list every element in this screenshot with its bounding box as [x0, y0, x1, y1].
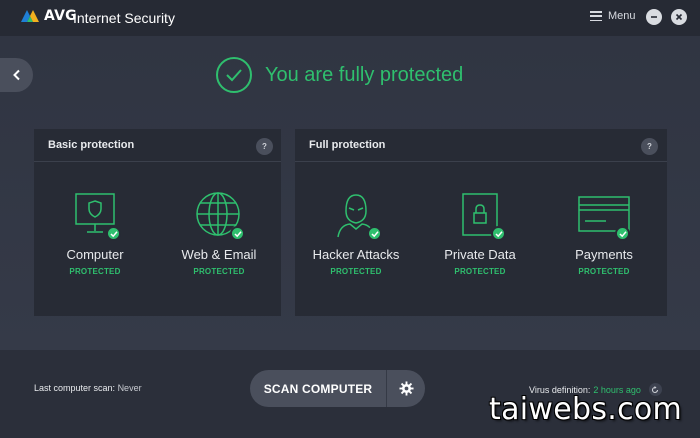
check-badge-icon [367, 226, 382, 241]
logo-text: AVG [44, 8, 77, 24]
basic-protection-panel: Basic protection ? Computer PROTECTED We… [34, 129, 281, 316]
private-data-item[interactable]: Private Data PROTECTED [430, 191, 530, 276]
item-label: Private Data [444, 247, 516, 262]
protection-status: You are fully protected [216, 57, 463, 93]
help-button[interactable]: ? [256, 138, 273, 155]
computer-protection-item[interactable]: Computer PROTECTED [45, 191, 145, 276]
scan-settings-button[interactable] [387, 381, 425, 396]
help-button[interactable]: ? [641, 138, 658, 155]
scan-computer-button[interactable]: SCAN COMPUTER [250, 370, 425, 407]
title-bar: AVG Internet Security Menu [0, 0, 700, 36]
status-message: You are fully protected [265, 63, 464, 86]
menu-label: Menu [608, 10, 636, 22]
chevron-left-icon [12, 69, 20, 81]
minimize-button[interactable] [646, 9, 662, 25]
minimize-icon [651, 16, 657, 18]
watermark-text: taiwebs.com [489, 392, 683, 427]
item-label: Computer [66, 247, 124, 262]
avg-logo: AVG [19, 8, 77, 24]
avg-logo-icon [21, 10, 39, 22]
item-label: Hacker Attacks [312, 247, 400, 262]
item-label: Web & Email [181, 247, 257, 262]
item-status: PROTECTED [330, 267, 382, 276]
item-status: PROTECTED [454, 267, 506, 276]
scan-button-label: SCAN COMPUTER [263, 381, 373, 396]
close-button[interactable] [671, 9, 687, 25]
check-badge-icon [615, 226, 630, 241]
panel-title: Full protection [309, 139, 386, 151]
back-button[interactable] [0, 58, 33, 92]
last-scan-value: Never [117, 383, 142, 393]
checkmark-circle-icon [216, 57, 252, 93]
close-icon [675, 13, 683, 21]
hacker-attacks-item[interactable]: Hacker Attacks PROTECTED [306, 191, 406, 276]
item-status: PROTECTED [578, 267, 630, 276]
payments-item[interactable]: Payments PROTECTED [554, 191, 654, 276]
panel-header: Full protection ? [295, 129, 667, 162]
check-badge-icon [106, 226, 121, 241]
check-badge-icon [491, 226, 506, 241]
last-scan-label: Last computer scan: [34, 383, 116, 393]
panel-header: Basic protection ? [34, 129, 281, 162]
hamburger-icon [590, 11, 602, 21]
item-status: PROTECTED [193, 267, 245, 276]
item-status: PROTECTED [69, 267, 121, 276]
web-email-protection-item[interactable]: Web & Email PROTECTED [169, 191, 269, 276]
item-label: Payments [575, 247, 633, 262]
check-badge-icon [230, 226, 245, 241]
last-scan-info: Last computer scan: Never [34, 383, 142, 393]
panel-title: Basic protection [48, 139, 135, 151]
app-title: Internet Security [73, 10, 175, 26]
full-protection-panel: Full protection ? Hacker Attacks PROTECT… [295, 129, 667, 316]
gear-icon [398, 381, 414, 396]
menu-button[interactable]: Menu [590, 10, 636, 22]
